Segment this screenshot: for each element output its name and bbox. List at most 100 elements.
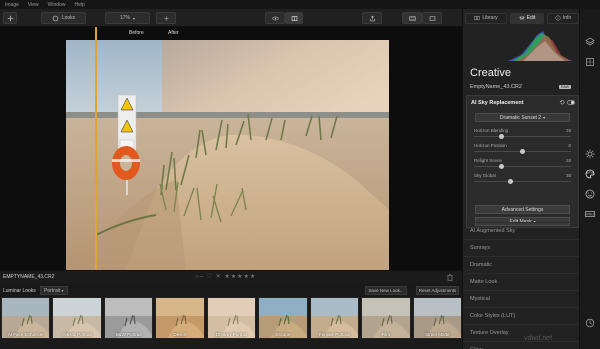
chevron-down-icon: ▾ <box>61 288 64 293</box>
panel-header[interactable]: AI Sky Replacement <box>467 96 578 109</box>
share-icon <box>369 15 375 21</box>
look-label: Dreamy Portrait <box>215 332 248 337</box>
toolbar: Looks 17% ▾ <box>0 9 462 27</box>
filmstrip-icon <box>408 15 416 21</box>
right-panel: Library Edit Info Creative EmptyName_43.… <box>462 9 580 349</box>
beach-dunes-photo <box>66 40 389 270</box>
layers-icon[interactable] <box>585 34 595 46</box>
sky-global-slider[interactable]: Sky Global 38 <box>474 173 571 186</box>
preview-button[interactable] <box>265 12 285 24</box>
tool-toggle[interactable] <box>567 100 575 105</box>
tool-item[interactable]: Color Styles (LUT) <box>463 307 580 324</box>
menu-help[interactable]: Help <box>74 2 84 8</box>
tool-item[interactable]: Glow <box>463 341 580 349</box>
look-label: Escape <box>275 332 291 337</box>
look-label: Female Portrait <box>318 332 350 337</box>
slider-handle[interactable] <box>498 164 504 169</box>
slider-track[interactable] <box>474 136 571 137</box>
sun-icon[interactable] <box>585 146 595 159</box>
history-icon[interactable] <box>585 315 595 328</box>
slider-handle[interactable] <box>498 134 504 139</box>
look-thumbnail[interactable]: Street Matte <box>412 297 462 339</box>
single-view-icon <box>429 15 435 21</box>
slider-track[interactable] <box>474 181 571 182</box>
tool-item[interactable]: Matte Look <box>463 273 580 290</box>
slider-value: 28 <box>565 158 571 163</box>
pro-icon[interactable]: PRO <box>585 206 595 217</box>
section-title: Creative <box>470 67 511 79</box>
zoom-select[interactable]: 17% ▾ <box>105 12 150 24</box>
menu-view[interactable]: View <box>28 2 39 8</box>
tool-item[interactable]: AI Augmented Sky <box>463 222 580 239</box>
looks-title: Luminar Looks <box>3 288 36 294</box>
face-icon[interactable] <box>585 186 595 199</box>
trash-icon[interactable] <box>447 274 453 281</box>
photo-preview <box>66 40 389 270</box>
save-new-look-button[interactable]: Save New Look... <box>365 286 407 295</box>
look-thumbnail[interactable]: Female Portrait <box>309 297 360 339</box>
advanced-settings-label: Advanced Settings <box>501 206 544 213</box>
look-thumbnail[interactable]: B&W Portrait <box>103 297 154 339</box>
looks-button-label: Looks <box>61 15 76 21</box>
palette-icon[interactable] <box>585 166 595 179</box>
after-label: After <box>168 30 179 36</box>
zoom-in-button[interactable] <box>156 12 176 24</box>
single-view-button[interactable] <box>422 12 442 24</box>
look-thumbnail[interactable]: Film <box>361 297 411 339</box>
plus-icon <box>163 15 169 21</box>
slider-track[interactable] <box>474 166 571 167</box>
horizon-blending-slider[interactable]: Horizon Blending 28 <box>474 128 571 141</box>
slider-handle[interactable] <box>508 179 514 184</box>
menu-window[interactable]: Window <box>48 2 66 8</box>
svg-text:PRO: PRO <box>586 213 594 217</box>
look-thumbnail[interactable]: Desert <box>155 297 205 339</box>
slider-label: Relight Scene <box>474 158 503 163</box>
tool-item[interactable]: Texture Overlay <box>463 324 580 341</box>
tool-item[interactable]: Dramatic <box>463 256 580 273</box>
image-info-bar: EMPTYNAME_43.CR2 ○– ♡ ✕ ★★★★★ <box>0 270 462 284</box>
tab-info-label: Info <box>562 15 572 21</box>
look-thumbnail[interactable]: Artistic Portrait <box>52 297 102 339</box>
sky-replacement-panel: AI Sky Replacement Dramatic Sunset 2 ▾ H… <box>466 95 579 228</box>
watermark: vdwd.net <box>524 335 553 342</box>
add-photos-button[interactable] <box>3 12 17 24</box>
look-thumbnail[interactable]: AI Face Enhancer <box>1 297 51 339</box>
reset-adjustments-label: Reset Adjustments <box>418 288 457 293</box>
tab-edit[interactable]: Edit <box>510 12 544 24</box>
tool-item[interactable]: Sunrays <box>463 239 580 256</box>
look-thumbnail[interactable]: Escape <box>258 297 308 339</box>
save-new-look-label: Save New Look... <box>368 288 404 293</box>
image-canvas[interactable]: Before After <box>0 27 462 270</box>
sky-preset-value: Dramatic Sunset 2 <box>499 114 542 121</box>
tab-info[interactable]: Info <box>547 12 579 24</box>
canvas-icon[interactable] <box>585 54 595 66</box>
tool-title: AI Sky Replacement <box>471 100 524 106</box>
tab-library-label: Library <box>482 15 498 21</box>
slider-handle[interactable] <box>520 149 525 154</box>
relight-scene-slider[interactable]: Relight Scene 28 <box>474 158 571 171</box>
rating-stars[interactable]: ○– ♡ ✕ ★★★★★ <box>195 273 256 280</box>
look-thumbnail[interactable]: Dreamy Portrait <box>206 297 257 339</box>
menu-image[interactable]: Image <box>5 2 19 8</box>
share-button[interactable] <box>362 12 382 24</box>
slider-label: Horizon Position <box>474 143 507 148</box>
reset-adjustments-button[interactable]: Reset Adjustments <box>416 286 459 295</box>
tool-item[interactable]: Mystical <box>463 290 580 307</box>
compare-button[interactable] <box>285 12 303 24</box>
tool-category-bar: PRO <box>579 9 600 349</box>
tab-library[interactable]: Library <box>465 12 507 24</box>
looks-button[interactable]: Looks <box>41 12 86 24</box>
before-after-divider[interactable] <box>95 27 97 270</box>
looks-icon <box>52 15 59 21</box>
horizon-position-slider[interactable]: Horizon Position 0 <box>474 143 571 156</box>
looks-category-select[interactable]: Portrait ▾ <box>40 286 68 295</box>
look-label: Street Matte <box>424 332 450 337</box>
chevron-down-icon: ▾ <box>133 15 136 21</box>
advanced-settings-button[interactable]: Advanced Settings <box>475 205 570 214</box>
undo-icon[interactable] <box>559 99 565 105</box>
filmstrip-view-button[interactable] <box>402 12 422 24</box>
looks-bar: Luminar Looks Portrait ▾ Save New Look..… <box>0 284 462 297</box>
tab-edit-label: Edit <box>526 15 536 21</box>
sky-preset-select[interactable]: Dramatic Sunset 2 ▾ <box>475 113 570 122</box>
panel-filename: EmptyName_43.CR2 <box>470 84 522 90</box>
